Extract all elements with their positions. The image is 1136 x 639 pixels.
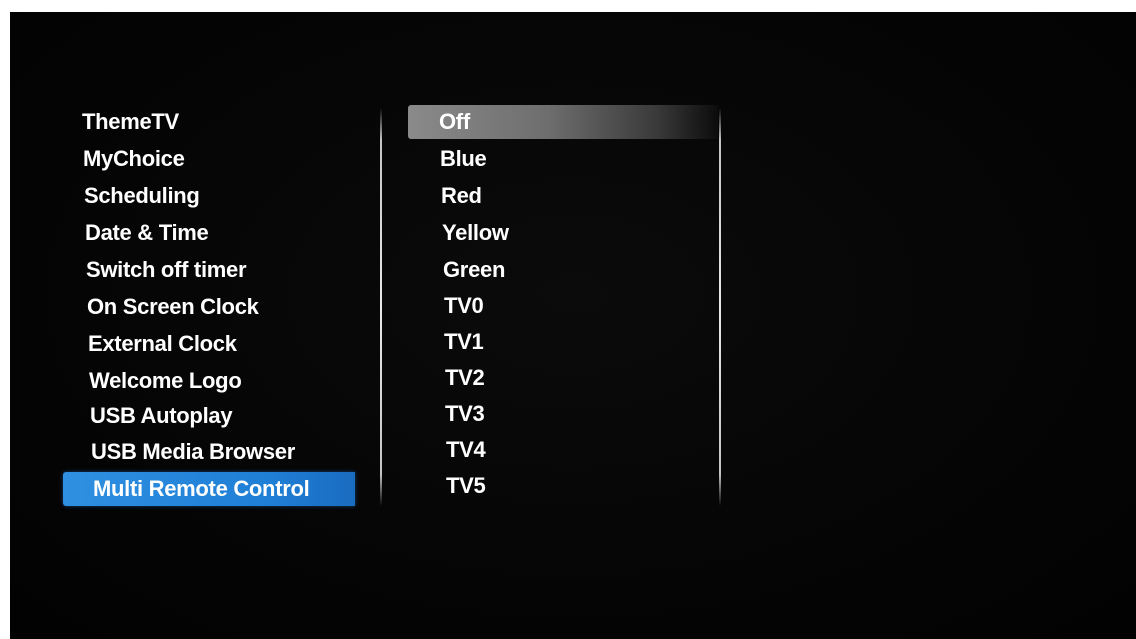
menu-item-switch-off-timer[interactable]: Switch off timer: [80, 253, 360, 287]
option-item-tv2[interactable]: TV2: [408, 361, 708, 395]
menu-item-multi-remote-control[interactable]: Multi Remote Control: [63, 472, 355, 506]
option-item-tv4[interactable]: TV4: [408, 433, 708, 467]
menu-item-label: Scheduling: [84, 183, 200, 208]
option-item-yellow[interactable]: Yellow: [408, 216, 708, 250]
menu-item-welcome-logo[interactable]: Welcome Logo: [80, 364, 360, 398]
option-item-label: Off: [439, 109, 470, 134]
menu-item-on-screen-clock[interactable]: On Screen Clock: [80, 290, 360, 324]
menu-item-themetv[interactable]: ThemeTV: [80, 105, 360, 139]
tv-screen: ThemeTV MyChoice Scheduling Date & Time …: [10, 12, 1136, 639]
option-item-label: TV5: [446, 473, 486, 498]
menu-item-scheduling[interactable]: Scheduling: [80, 179, 360, 213]
option-item-label: TV4: [446, 437, 486, 462]
option-item-tv0[interactable]: TV0: [408, 289, 708, 323]
menu-item-label: USB Autoplay: [90, 403, 233, 428]
menu-item-mychoice[interactable]: MyChoice: [80, 142, 360, 176]
menu-item-label: MyChoice: [83, 146, 185, 171]
menu-item-label: Date & Time: [85, 220, 209, 245]
menu-item-date-time[interactable]: Date & Time: [80, 216, 360, 250]
option-item-label: TV1: [444, 329, 484, 354]
option-item-label: Red: [441, 183, 482, 208]
menu-item-external-clock[interactable]: External Clock: [80, 327, 360, 361]
option-item-tv3[interactable]: TV3: [408, 397, 708, 431]
option-item-label: Yellow: [442, 220, 509, 245]
menu-item-label: USB Media Browser: [91, 439, 295, 464]
option-item-red[interactable]: Red: [408, 179, 708, 213]
menu-item-label: ThemeTV: [82, 109, 179, 134]
option-item-off[interactable]: Off: [408, 105, 718, 139]
option-item-tv5[interactable]: TV5: [408, 469, 708, 503]
menu-item-label: Welcome Logo: [89, 368, 242, 393]
column-divider-right: [719, 108, 721, 506]
option-item-label: Blue: [440, 146, 487, 171]
menu-item-label: Switch off timer: [86, 257, 247, 282]
option-item-tv1[interactable]: TV1: [408, 325, 708, 359]
menu-item-usb-autoplay[interactable]: USB Autoplay: [80, 399, 360, 433]
column-divider-left: [380, 108, 382, 506]
option-item-label: Green: [443, 257, 506, 282]
option-item-blue[interactable]: Blue: [408, 142, 708, 176]
option-item-label: TV2: [445, 365, 485, 390]
menu-item-usb-media-browser[interactable]: USB Media Browser: [80, 435, 360, 469]
option-item-label: TV3: [445, 401, 485, 426]
option-item-green[interactable]: Green: [408, 253, 708, 287]
menu-item-label: Multi Remote Control: [93, 476, 310, 501]
menu-item-label: On Screen Clock: [87, 294, 259, 319]
option-item-label: TV0: [444, 293, 484, 318]
menu-item-label: External Clock: [88, 331, 237, 356]
